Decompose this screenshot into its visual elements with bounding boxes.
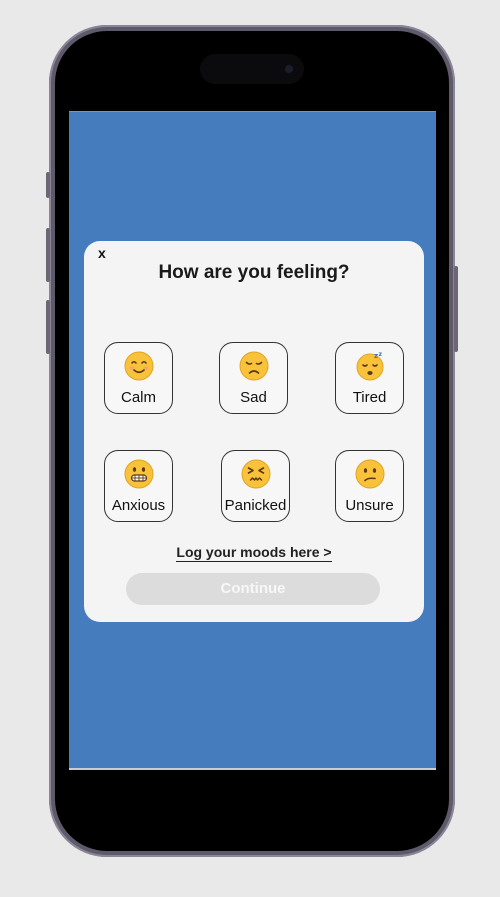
mood-label: Sad bbox=[240, 389, 267, 406]
grimacing-face-icon bbox=[124, 459, 153, 489]
mood-option-sad[interactable]: Sad bbox=[219, 342, 288, 414]
front-camera bbox=[285, 65, 293, 73]
mood-label: Tired bbox=[352, 389, 387, 406]
silent-switch bbox=[46, 172, 50, 198]
mood-option-calm[interactable]: Calm bbox=[104, 342, 173, 414]
volume-up-button bbox=[46, 228, 50, 282]
mood-label: Panicked bbox=[224, 497, 287, 514]
dialog-title: How are you feeling? bbox=[158, 262, 350, 283]
mood-option-panicked[interactable]: Panicked bbox=[221, 450, 290, 522]
log-moods-link-text: Log your moods here > bbox=[176, 544, 332, 562]
smiling-face-icon bbox=[124, 351, 153, 381]
mood-dialog: x How are you feeling? Calm Sad z z Tire… bbox=[84, 241, 424, 622]
sleeping-face-icon: z z bbox=[356, 351, 383, 381]
mood-label: Calm bbox=[120, 389, 156, 406]
mood-option-unsure[interactable]: Unsure bbox=[335, 450, 404, 522]
mood-label: Anxious bbox=[111, 497, 166, 514]
confused-face-icon bbox=[355, 459, 384, 489]
mood-label: Unsure bbox=[345, 497, 394, 514]
persevering-face-icon bbox=[241, 459, 270, 489]
power-button bbox=[454, 266, 458, 352]
svg-text:z: z bbox=[378, 351, 382, 358]
close-button[interactable]: x bbox=[98, 245, 106, 261]
disappointed-face-icon bbox=[239, 351, 268, 381]
log-moods-link[interactable]: Log your moods here > bbox=[84, 544, 424, 562]
volume-down-button bbox=[46, 300, 50, 354]
svg-text:z: z bbox=[374, 352, 378, 360]
continue-button[interactable]: Continue bbox=[126, 573, 380, 605]
mood-option-tired[interactable]: z z Tired bbox=[335, 342, 404, 414]
mood-option-anxious[interactable]: Anxious bbox=[104, 450, 173, 522]
